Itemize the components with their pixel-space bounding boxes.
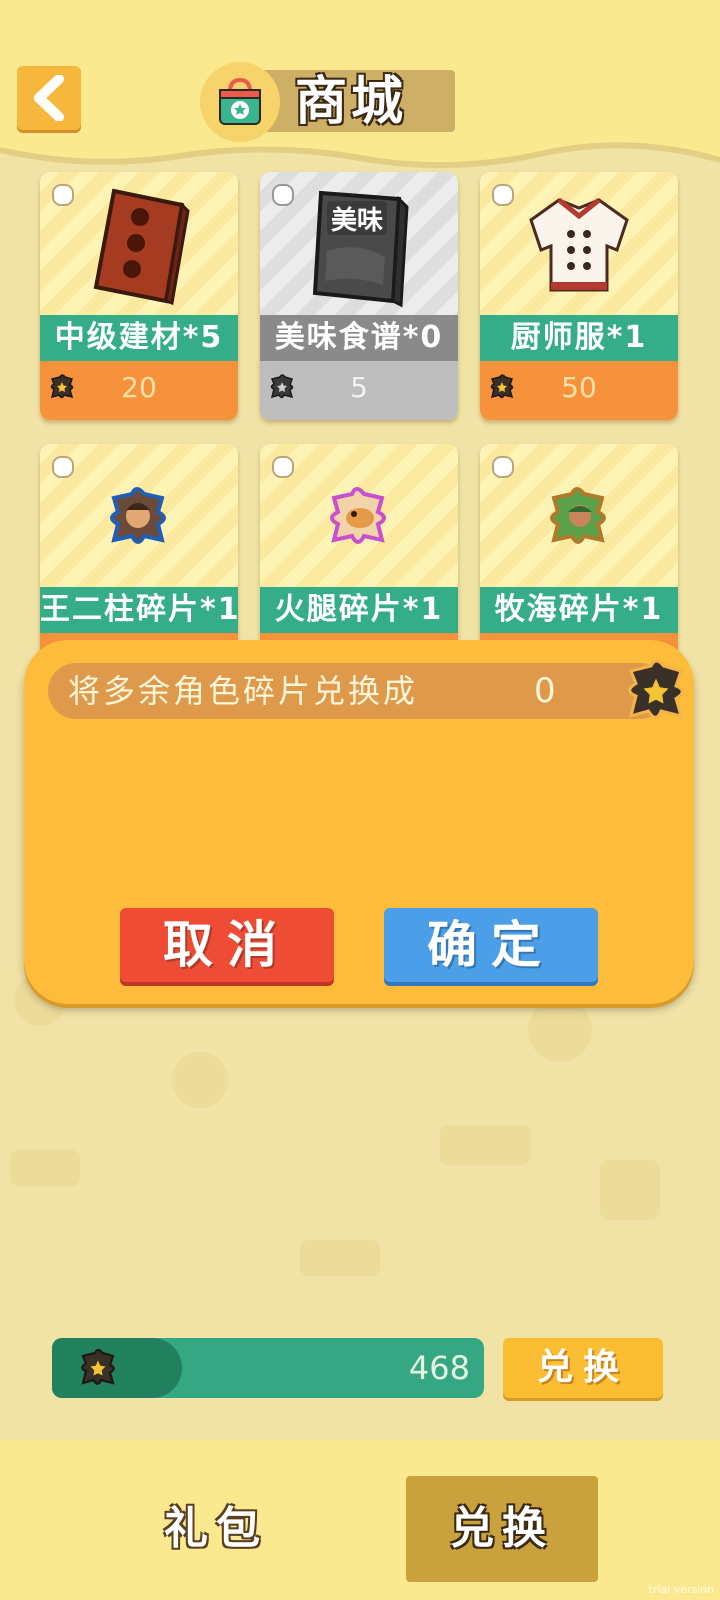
card-name: 王二柱碎片*1 xyxy=(40,587,238,633)
shopping-bag-icon xyxy=(200,62,280,142)
tab-gift[interactable]: 礼包 xyxy=(120,1476,312,1582)
card-price-area: 5 xyxy=(260,361,458,420)
card-name: 牧海碎片*1 xyxy=(480,587,678,633)
fragment-coin-icon xyxy=(50,374,74,399)
page-title-group: 商城 xyxy=(200,62,460,142)
recipe-book-icon: 美味 xyxy=(312,190,409,308)
exchange-summary-bar: 将多余角色碎片兑换成 0 xyxy=(48,659,684,719)
card-name: 美味食谱*0 xyxy=(260,315,458,361)
puzzle-fragment-icon xyxy=(330,487,386,544)
bottom-tab-bar xyxy=(0,1440,720,1600)
exchange-value: 0 xyxy=(534,671,556,711)
card-name: 火腿碎片*1 xyxy=(260,587,458,633)
card-price-area: 50 xyxy=(480,361,678,420)
exchange-label: 将多余角色碎片兑换成 xyxy=(68,672,419,710)
back-button[interactable] xyxy=(17,66,81,130)
card-price-area: 20 xyxy=(40,361,238,420)
shop-card-chef-coat[interactable]: 厨师服*1 50 xyxy=(480,172,678,420)
fragment-coin-icon xyxy=(270,374,294,399)
fragment-balance-bar: 468 xyxy=(52,1338,484,1398)
puzzle-fragment-icon xyxy=(110,487,166,544)
tab-exchange[interactable]: 兑换 xyxy=(406,1476,598,1582)
puzzle-fragment-icon xyxy=(550,487,606,544)
fragment-coin-icon xyxy=(81,1348,115,1385)
fragment-coin-icon xyxy=(490,374,514,399)
shop-card-recipe[interactable]: 美味 美味食谱*0 5 xyxy=(260,172,458,420)
exchange-button[interactable]: 兑换 xyxy=(503,1338,663,1398)
cancel-button[interactable]: 取消 xyxy=(120,908,334,982)
page-title: 商城 xyxy=(295,72,408,132)
chef-coat-icon xyxy=(529,198,629,292)
chevron-left-icon xyxy=(34,75,64,121)
shop-card-building-material[interactable]: 中级建材*5 20 xyxy=(40,172,238,420)
card-price: 5 xyxy=(350,371,368,404)
card-name: 中级建材*5 xyxy=(40,315,238,361)
exchange-dialog: 将多余角色碎片兑换成 0 取消 确定 xyxy=(24,640,694,1004)
brick-icon xyxy=(93,188,190,305)
book-cover-text: 美味 xyxy=(331,205,383,236)
watermark: trial version xyxy=(648,1583,714,1596)
card-price: 50 xyxy=(561,371,597,404)
confirm-button[interactable]: 确定 xyxy=(384,908,598,982)
fragment-balance: 468 xyxy=(408,1349,470,1387)
card-name: 厨师服*1 xyxy=(480,315,678,361)
card-price: 20 xyxy=(121,371,157,404)
fragment-coin-icon xyxy=(628,659,684,719)
